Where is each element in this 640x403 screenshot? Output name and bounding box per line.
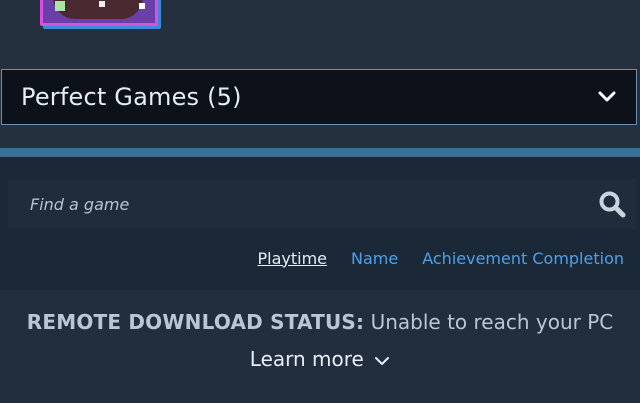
avatar-art <box>53 0 143 19</box>
search-input[interactable] <box>28 193 552 215</box>
remote-download-label: REMOTE DOWNLOAD STATUS: <box>26 310 365 334</box>
profile-avatar[interactable] <box>40 0 158 26</box>
sort-options: Playtime Name Achievement Completion <box>0 240 640 276</box>
search-icon[interactable] <box>598 190 626 218</box>
remote-download-status: REMOTE DOWNLOAD STATUS: Unable to reach … <box>0 310 640 334</box>
chevron-down-icon <box>375 356 390 365</box>
sort-name[interactable]: Name <box>351 249 398 268</box>
sort-achievement-completion[interactable]: Achievement Completion <box>422 249 624 268</box>
section-gap <box>0 157 640 179</box>
sort-playtime[interactable]: Playtime <box>258 249 328 268</box>
game-filter-dropdown[interactable]: Perfect Games (5) <box>1 69 637 125</box>
learn-more-label: Learn more <box>249 347 364 371</box>
remote-download-message: Unable to reach your PC <box>370 310 614 334</box>
avatar-pixel <box>99 1 105 7</box>
search-box <box>8 179 636 229</box>
chevron-down-icon <box>598 91 616 102</box>
learn-more-link[interactable]: Learn more <box>0 347 640 371</box>
avatar-pixel <box>139 3 145 9</box>
section-divider <box>0 148 640 157</box>
avatar-pixel <box>55 1 65 11</box>
game-filter-selected: Perfect Games (5) <box>21 83 242 111</box>
